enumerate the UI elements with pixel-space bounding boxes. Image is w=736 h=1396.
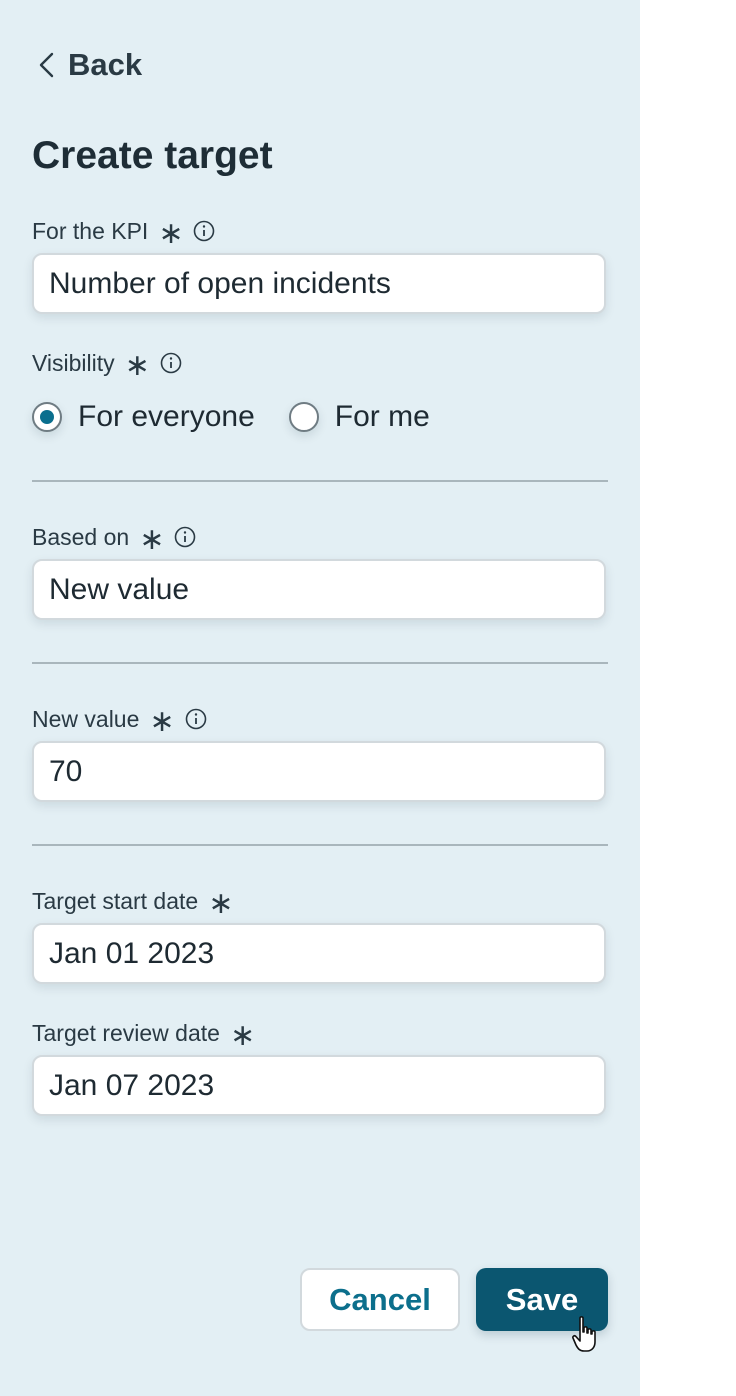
new-value-field[interactable]: 70 [32, 741, 606, 802]
required-icon: ∗ [149, 705, 175, 738]
required-icon: ∗ [158, 217, 184, 250]
page-title: Create target [32, 134, 273, 177]
review-date-label-row: Target review date ∗ [32, 1016, 256, 1052]
radio-for-everyone[interactable]: For everyone [32, 400, 255, 434]
info-icon[interactable] [174, 526, 196, 548]
cancel-button[interactable]: Cancel [300, 1268, 460, 1331]
radio-label: For me [334, 400, 430, 433]
kpi-field[interactable]: Number of open incidents [32, 253, 606, 314]
visibility-label: Visibility [32, 349, 115, 376]
divider [32, 844, 608, 846]
back-button[interactable]: Back [34, 44, 142, 86]
required-icon: ∗ [124, 349, 150, 382]
required-icon: ∗ [208, 887, 234, 920]
chevron-left-icon [39, 52, 54, 78]
based-on-label: Based on [32, 523, 130, 550]
info-icon[interactable] [193, 220, 215, 242]
radio-for-me[interactable]: For me [288, 400, 430, 434]
radio-unchecked-icon[interactable] [288, 402, 319, 432]
review-date-label: Target review date [32, 1019, 220, 1046]
radio-label: For everyone [78, 400, 255, 433]
visibility-label-row: Visibility ∗ [32, 346, 182, 382]
back-label: Back [68, 47, 143, 82]
info-icon[interactable] [185, 708, 207, 730]
divider [32, 662, 608, 664]
side-panel: Back Create target For the KPI ∗ Number … [0, 0, 640, 1396]
based-on-label-row: Based on ∗ [32, 520, 196, 556]
based-on-field[interactable]: New value [32, 559, 606, 620]
start-date-field[interactable]: Jan 01 2023 [32, 923, 606, 984]
required-icon: ∗ [229, 1019, 256, 1052]
new-value-label: New value [32, 705, 140, 732]
hand-pointer-icon [572, 1316, 596, 1352]
review-date-field[interactable]: Jan 07 2023 [32, 1055, 606, 1116]
kpi-label-row: For the KPI ∗ [32, 214, 215, 250]
new-value-label-row: New value ∗ [32, 702, 207, 738]
visibility-radio-group: For everyone For me [32, 392, 430, 442]
kpi-label: For the KPI [32, 217, 149, 244]
start-date-label-row: Target start date ∗ [32, 884, 234, 920]
start-date-label: Target start date [32, 887, 199, 914]
radio-checked-icon[interactable] [32, 402, 62, 432]
required-icon: ∗ [139, 523, 165, 556]
info-icon[interactable] [160, 352, 182, 374]
divider [32, 480, 608, 482]
